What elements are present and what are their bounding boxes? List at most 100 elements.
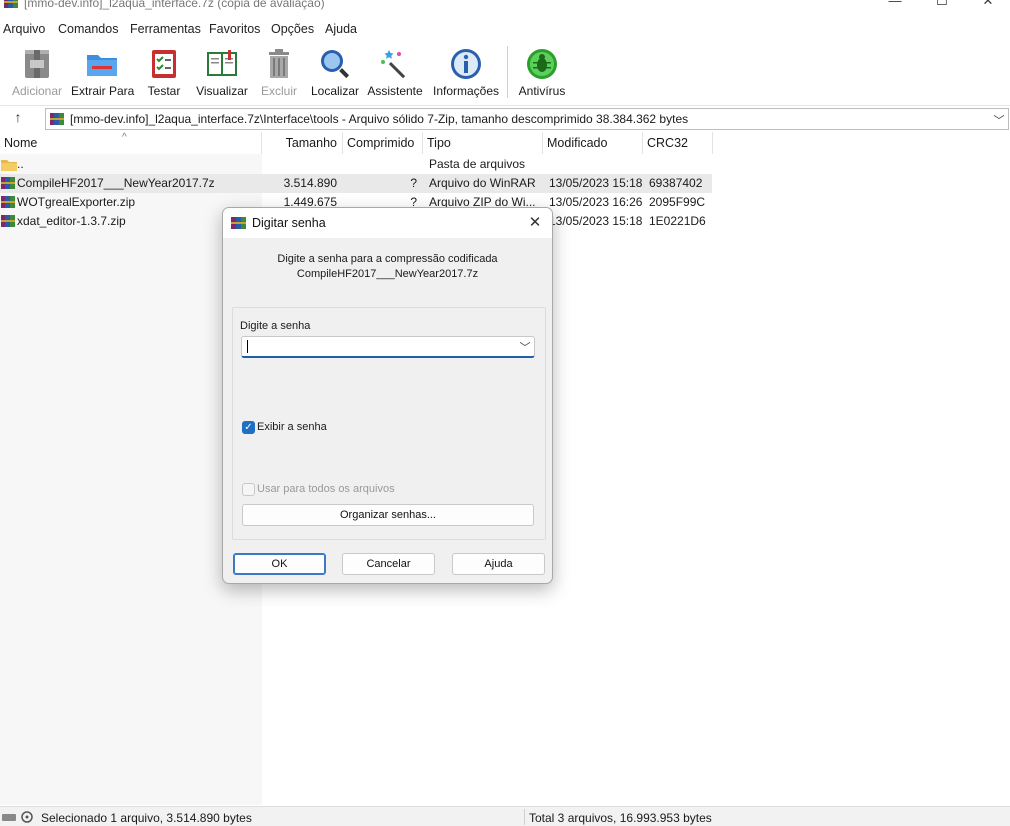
cancel-button[interactable]: Cancelar <box>342 553 435 575</box>
status-bar: Selecionado 1 arquivo, 3.514.890 bytes T… <box>0 806 1010 826</box>
column-name-label: Nome <box>4 136 38 150</box>
wizard-wand-icon <box>381 50 406 79</box>
test-label: Testar <box>147 84 181 98</box>
wizard-button[interactable]: Assistente <box>366 44 424 100</box>
menu-comandos[interactable]: Comandos <box>56 22 120 36</box>
toolbar: Adicionar Extrair Para Testar Visualizar… <box>0 42 1010 102</box>
dialog-close-button[interactable]: ✕ <box>524 212 546 234</box>
file-name: .. <box>17 157 24 171</box>
menu-ferramentas[interactable]: Ferramentas <box>128 22 203 36</box>
magnifier-icon <box>321 50 350 79</box>
status-selection: Selecionado 1 arquivo, 3.514.890 bytes <box>41 811 252 825</box>
list-item[interactable]: CompileHF2017___NewYear2017.7z 3.514.890… <box>0 174 712 193</box>
column-header-modified[interactable]: Modificado <box>543 132 643 154</box>
info-label: Informações <box>432 84 500 98</box>
find-button[interactable]: Localizar <box>308 44 362 100</box>
menu-arquivo[interactable]: Arquivo <box>1 22 47 36</box>
trash-icon <box>269 49 289 78</box>
password-dialog: Digitar senha ✕ Digite a senha para a co… <box>222 207 553 584</box>
show-password-checkbox[interactable]: ✓ <box>242 421 255 434</box>
column-header-crc[interactable]: CRC32 <box>643 132 713 154</box>
info-icon <box>451 49 481 79</box>
text-caret <box>247 340 248 353</box>
status-divider <box>524 809 525 825</box>
menu-favoritos[interactable]: Favoritos <box>207 22 262 36</box>
winrar-app-icon <box>4 0 18 8</box>
column-header-size[interactable]: Tamanho <box>262 132 343 154</box>
archive-file-icon <box>1 196 15 208</box>
maximize-button[interactable]: ☐ <box>919 0 965 10</box>
dialog-message-line1: Digite a senha para a compressão codific… <box>277 253 498 265</box>
test-button[interactable]: Testar <box>141 44 187 100</box>
minimize-button[interactable]: — <box>872 0 918 10</box>
extract-to-button[interactable]: Extrair Para <box>71 44 135 100</box>
menu-ajuda[interactable]: Ajuda <box>323 22 359 36</box>
view-book-icon <box>207 50 237 76</box>
test-checklist-icon <box>152 50 176 78</box>
folder-icon <box>1 160 17 171</box>
column-header-packed[interactable]: Comprimido <box>343 132 423 154</box>
file-name: xdat_editor-1.3.7.zip <box>17 214 126 228</box>
title-bar: [mmo-dev.info]_l2aqua_interface.7z (cópi… <box>0 0 1010 12</box>
ok-button[interactable]: OK <box>233 553 326 575</box>
antivirus-button[interactable]: Antivírus <box>515 44 569 100</box>
organize-passwords-button[interactable]: Organizar senhas... <box>242 504 534 526</box>
file-packed: ? <box>410 176 417 190</box>
address-path: [mmo-dev.info]_l2aqua_interface.7z\Inter… <box>70 112 689 126</box>
file-crc: 69387402 <box>649 176 703 190</box>
disk-icon <box>2 811 33 823</box>
delete-button[interactable]: Excluir <box>257 44 301 100</box>
list-item[interactable]: .. Pasta de arquivos <box>0 155 712 174</box>
archive-file-icon <box>1 215 15 227</box>
file-modified: 13/05/2023 15:18 <box>549 214 643 228</box>
winrar-dialog-icon <box>231 217 246 229</box>
password-input[interactable]: ﹀ <box>241 336 535 358</box>
up-folder-button[interactable]: ↑ <box>8 109 28 127</box>
extract-to-label: Extrair Para <box>71 84 135 98</box>
find-label: Localizar <box>310 84 360 98</box>
status-total: Total 3 arquivos, 16.993.953 bytes <box>529 811 712 825</box>
toolbar-separator <box>507 46 508 98</box>
dialog-title: Digitar senha <box>252 216 326 230</box>
file-type: Arquivo do WinRAR <box>429 176 536 190</box>
close-window-button[interactable]: ✕ <box>965 0 1010 10</box>
file-crc: 2095F99C <box>649 195 706 209</box>
file-modified: 13/05/2023 16:26 <box>549 195 643 209</box>
archive-path-icon <box>50 113 64 125</box>
file-type: Pasta de arquivos <box>429 157 526 171</box>
view-button[interactable]: Visualizar <box>194 44 250 100</box>
info-button[interactable]: Informações <box>430 44 502 100</box>
use-for-all-checkbox[interactable] <box>242 483 255 496</box>
archive-file-icon <box>1 177 15 189</box>
show-password-label[interactable]: Exibir a senha <box>257 421 327 433</box>
add-button[interactable]: Adicionar <box>8 44 66 100</box>
sort-ascending-icon: ^ <box>122 132 127 143</box>
file-modified: 13/05/2023 15:18 <box>549 176 643 190</box>
file-size: 3.514.890 <box>283 176 337 190</box>
extract-folder-icon <box>87 55 117 76</box>
use-for-all-label[interactable]: Usar para todos os arquivos <box>257 483 395 495</box>
dialog-title-bar: Digitar senha ✕ <box>223 208 552 238</box>
address-dropdown-icon[interactable]: ﹀ <box>992 112 1006 127</box>
file-name: CompileHF2017___NewYear2017.7z <box>17 176 215 190</box>
view-label: Visualizar <box>196 84 248 98</box>
file-crc: 1E0221D6 <box>649 214 706 228</box>
column-header-name[interactable]: Nome ^ <box>0 132 262 154</box>
dialog-message: Digite a senha para a compressão codific… <box>223 252 552 282</box>
antivirus-label: Antivírus <box>518 84 566 98</box>
address-bar[interactable]: [mmo-dev.info]_l2aqua_interface.7z\Inter… <box>45 108 1009 130</box>
address-row: ↑ [mmo-dev.info]_l2aqua_interface.7z\Int… <box>0 105 1010 131</box>
antivirus-bug-icon <box>527 49 557 79</box>
menu-opcoes[interactable]: Opções <box>269 22 316 36</box>
wizard-label: Assistente <box>367 84 423 98</box>
dialog-message-archive: CompileHF2017___NewYear2017.7z <box>296 268 479 280</box>
column-header-type[interactable]: Tipo <box>423 132 543 154</box>
window-title: [mmo-dev.info]_l2aqua_interface.7z (cópi… <box>24 0 325 10</box>
add-label: Adicionar <box>11 84 63 98</box>
menu-bar: Arquivo Comandos Ferramentas Favoritos O… <box>0 19 1010 41</box>
add-archive-icon <box>25 50 49 78</box>
delete-label: Excluir <box>260 84 297 98</box>
file-name: WOTgrealExporter.zip <box>17 195 136 209</box>
password-dropdown-icon[interactable]: ﹀ <box>518 339 532 354</box>
help-button[interactable]: Ajuda <box>452 553 545 575</box>
